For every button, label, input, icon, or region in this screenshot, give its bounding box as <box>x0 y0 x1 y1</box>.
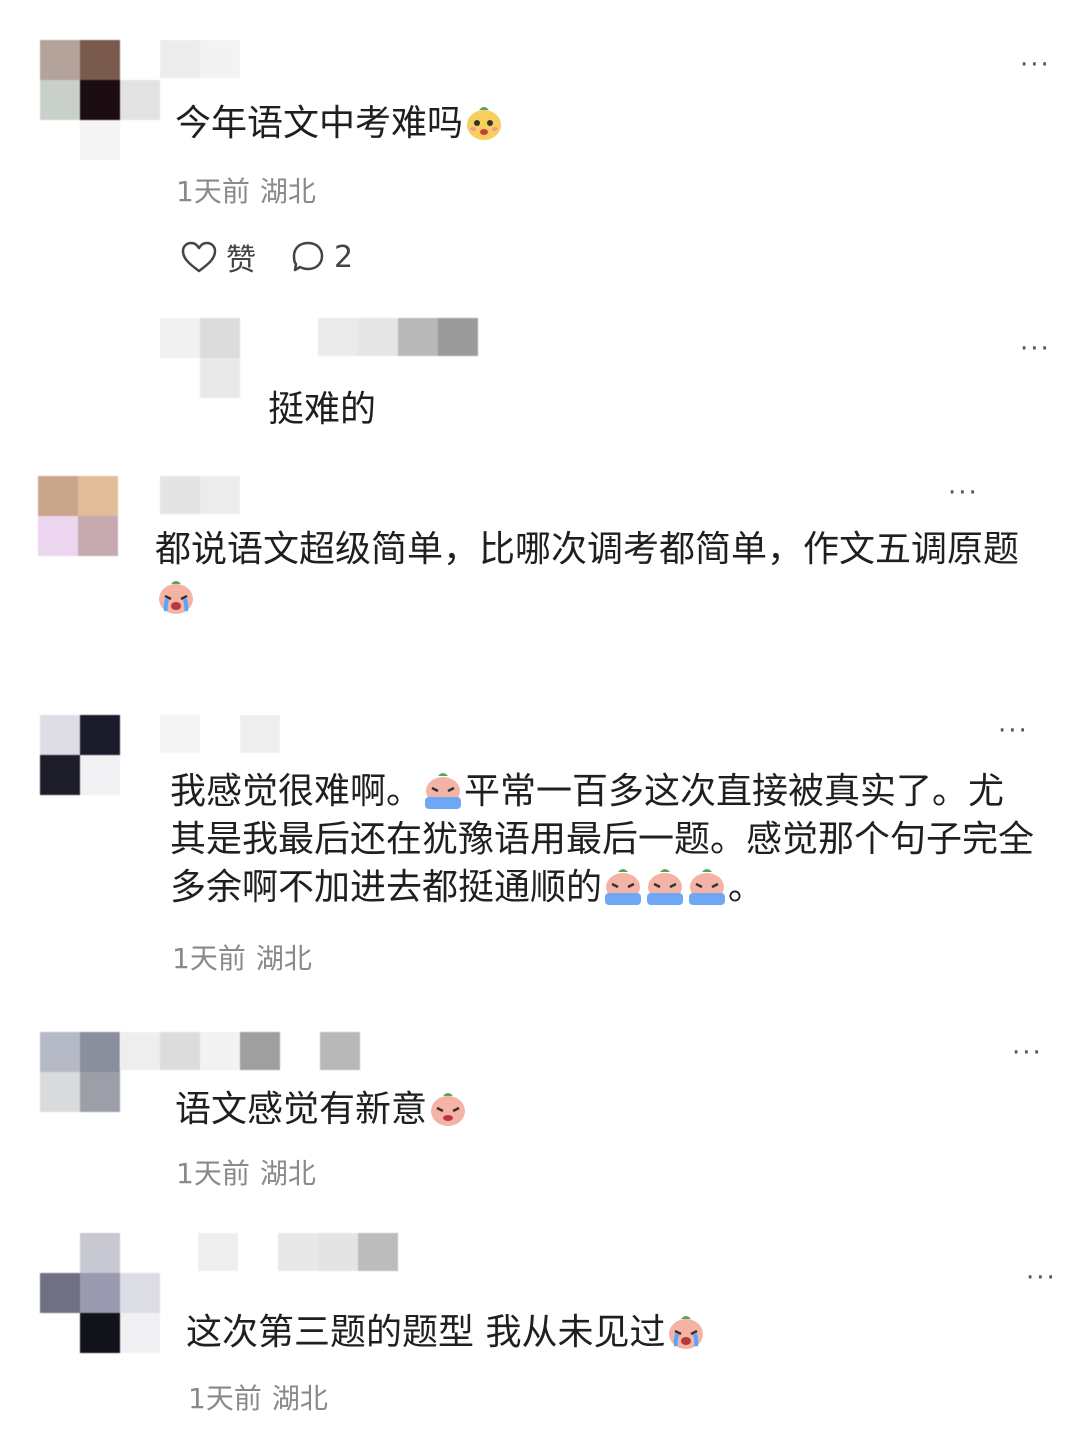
emoji-crying-face-icon <box>647 869 684 905</box>
emoji-crying-face-icon <box>431 1093 466 1126</box>
like-label: 赞 <box>226 243 256 278</box>
reply-count: 2 <box>334 239 354 275</box>
comment-5: ··· 这次第三题的题型 我从未见过 1天前 湖北 <box>0 1225 1080 1440</box>
emoji-crying-face-icon <box>605 869 642 905</box>
comment-meta: 1天前 湖北 <box>176 1160 316 1188</box>
comment-3: ··· 我感觉很难啊。 平常一百多这次直接被真实了。尤 其是我最后还在犹豫语用最… <box>0 700 1080 1000</box>
avatar[interactable] <box>38 476 118 556</box>
location: 湖北 <box>259 1157 316 1190</box>
more-dots-icon[interactable]: ··· <box>1026 1265 1057 1291</box>
emoji-crying-face-icon <box>689 869 726 905</box>
avatar[interactable] <box>40 715 120 795</box>
comment-meta: 1天前 湖北 <box>172 945 312 973</box>
location: 湖北 <box>259 175 316 208</box>
comment-text: 这次第三题的题型 我从未见过 <box>186 1309 707 1357</box>
comment-4: ··· 语文感觉有新意 1天前 湖北 <box>0 1020 1080 1220</box>
emoji-crying-face-icon <box>159 581 193 614</box>
more-dots-icon[interactable]: ··· <box>1012 1040 1043 1066</box>
avatar[interactable] <box>40 1233 160 1353</box>
avatar[interactable] <box>160 318 240 398</box>
comment-meta: 1天前 湖北 <box>176 178 316 206</box>
comment-text: 挺难的 <box>268 389 377 430</box>
username[interactable] <box>160 40 240 78</box>
username[interactable] <box>160 715 280 753</box>
username[interactable] <box>198 1233 398 1271</box>
location: 湖北 <box>255 942 312 975</box>
emoji-embarrassed-face-icon <box>467 107 502 140</box>
like-button[interactable]: 赞 <box>180 235 256 279</box>
username[interactable] <box>160 476 240 514</box>
avatar[interactable] <box>40 40 160 160</box>
emoji-crying-face-icon <box>425 773 462 809</box>
timestamp: 1天前 <box>176 1157 250 1190</box>
timestamp: 1天前 <box>176 175 250 208</box>
location: 湖北 <box>271 1382 328 1415</box>
timestamp: 1天前 <box>172 942 246 975</box>
more-dots-icon[interactable]: ··· <box>1020 52 1051 78</box>
heart-icon <box>181 241 217 273</box>
more-dots-icon[interactable]: ··· <box>998 718 1029 744</box>
comment-2: ··· 都说语文超级简单，比哪次调考都简单，作文五调原题 <box>0 470 1080 670</box>
emoji-crying-face-icon <box>669 1316 704 1349</box>
comment-bubble-icon <box>292 241 324 272</box>
comment-actions: 赞 2 <box>180 235 353 279</box>
comment-text: 语文感觉有新意 <box>175 1086 469 1134</box>
reply-1: ··· 挺难的 <box>0 300 1080 450</box>
reply-button[interactable]: 2 <box>290 239 353 275</box>
comment-text: 今年语文中考难吗 <box>175 100 505 148</box>
username[interactable] <box>120 1032 360 1070</box>
comment-text: 我感觉很难啊。 平常一百多这次直接被真实了。尤 其是我最后还在犹豫语用最后一题。… <box>170 771 1035 908</box>
comment-meta: 1天前 湖北 <box>188 1385 328 1413</box>
more-dots-icon[interactable]: ··· <box>948 480 979 506</box>
username[interactable] <box>318 318 478 356</box>
comment-1: ··· 今年语文中考难吗 1天前 湖北 赞 2 <box>0 0 1080 300</box>
avatar[interactable] <box>40 1032 120 1112</box>
timestamp: 1天前 <box>188 1382 262 1415</box>
more-dots-icon[interactable]: ··· <box>1020 336 1051 362</box>
comment-text: 都说语文超级简单，比哪次调考都简单，作文五调原题 <box>155 526 1035 622</box>
